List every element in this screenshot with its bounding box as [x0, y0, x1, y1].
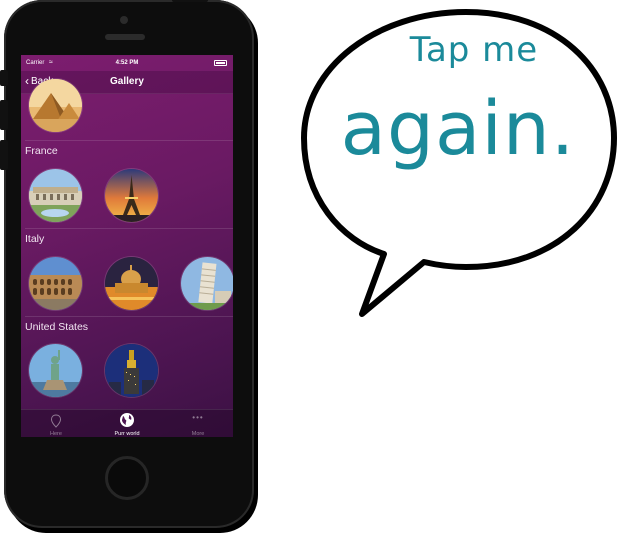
tab-label: More	[191, 431, 205, 437]
earpiece-speaker	[105, 34, 145, 40]
globe-icon	[120, 413, 134, 427]
section-header-france: France	[25, 145, 58, 157]
location-pin-icon	[50, 414, 62, 428]
tab-bar: Here Purr world ••• More	[21, 409, 233, 437]
power-button	[172, 0, 208, 2]
status-bar: Carrier ≈ 4:52 PM	[21, 55, 233, 71]
tab-label: Here	[50, 431, 62, 437]
volume-up-button	[0, 100, 8, 130]
phone-device: Carrier ≈ 4:52 PM ‹ Back Gallery France …	[0, 0, 254, 528]
status-time: 4:52 PM	[115, 60, 139, 66]
speech-bubble: Tap me again.	[296, 8, 618, 318]
tab-more[interactable]: ••• More	[163, 410, 233, 437]
more-dots-icon: •••	[192, 413, 204, 422]
section-divider	[25, 140, 233, 141]
app-screen: Carrier ≈ 4:52 PM ‹ Back Gallery France …	[21, 55, 233, 437]
photo-thumbnail-empire-state[interactable]	[105, 344, 158, 397]
bubble-text-tap-me: Tap me	[409, 30, 539, 70]
section-divider	[25, 316, 233, 317]
photo-thumbnail-eiffel-tower[interactable]	[105, 169, 158, 222]
photo-thumbnail-statue-of-liberty[interactable]	[29, 344, 82, 397]
front-camera	[120, 16, 128, 24]
photo-thumbnail-versailles[interactable]	[29, 169, 82, 222]
section-header-united-states: United States	[25, 321, 89, 333]
home-button[interactable]	[105, 456, 149, 500]
mute-switch	[0, 70, 8, 86]
tutorial-illustration: Carrier ≈ 4:52 PM ‹ Back Gallery France …	[0, 0, 618, 542]
battery-icon	[214, 60, 227, 66]
bubble-text-again: again.	[340, 86, 576, 172]
tab-here[interactable]: Here	[21, 410, 91, 437]
photo-thumbnail-st-peters[interactable]	[105, 257, 158, 310]
section-divider	[25, 228, 233, 229]
tab-label: Purr world	[114, 431, 140, 437]
volume-down-button	[0, 140, 8, 170]
photo-thumbnail-colosseum[interactable]	[29, 257, 82, 310]
photo-thumbnail-pyramids[interactable]	[29, 79, 82, 132]
photo-thumbnail-pisa[interactable]	[181, 257, 233, 310]
tab-purr-world[interactable]: Purr world	[92, 410, 162, 437]
section-header-italy: Italy	[25, 233, 45, 245]
